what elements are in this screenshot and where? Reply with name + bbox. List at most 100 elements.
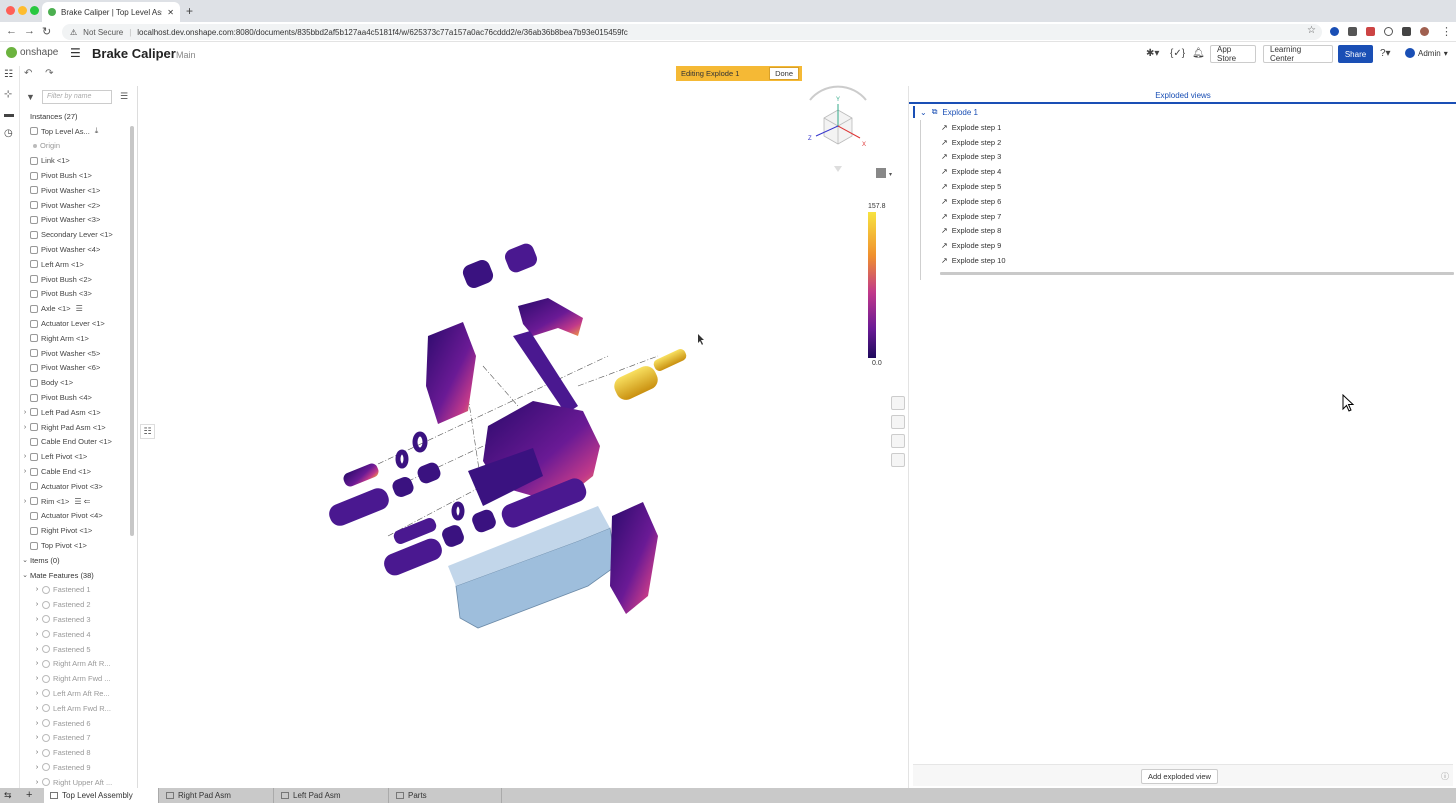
- expand-toggle-icon[interactable]: ›: [20, 468, 30, 475]
- mate-feature-item[interactable]: › Fastened 3: [20, 612, 132, 627]
- tree-item-extra-icon[interactable]: ⤓: [95, 126, 99, 136]
- tree-instance-item[interactable]: Actuator Lever <1>: [20, 316, 132, 331]
- measure-icon[interactable]: [891, 434, 905, 448]
- document-title[interactable]: Brake Caliper: [92, 46, 176, 61]
- tree-instance-item[interactable]: Pivot Washer <2>: [20, 198, 132, 213]
- tree-section-header[interactable]: ⌄ Items (0): [20, 553, 132, 568]
- view-options-icon[interactable]: ▾: [876, 168, 892, 178]
- bottom-tab[interactable]: Parts: [390, 788, 502, 803]
- explode-step-item[interactable]: ↗ Explode step 7: [941, 209, 1006, 224]
- bottom-tab[interactable]: Right Pad Asm: [160, 788, 274, 803]
- variables-icon[interactable]: {✓}: [1170, 48, 1185, 59]
- tree-instance-item[interactable]: Pivot Washer <4>: [20, 242, 132, 257]
- share-button[interactable]: Share: [1338, 45, 1373, 63]
- hamburger-menu-icon[interactable]: ☰: [70, 46, 81, 60]
- address-bar[interactable]: ⚠ Not Secure | localhost.dev.onshape.com…: [62, 24, 1322, 40]
- tree-instance-item[interactable]: Top Pivot <1>: [20, 538, 132, 553]
- tree-instance-item[interactable]: Origin: [20, 139, 132, 154]
- tree-item-extra-icon[interactable]: ☰ ⇐: [74, 497, 90, 506]
- graphics-viewport[interactable]: Y X Z ▾ 157.8 0.0: [138, 66, 908, 788]
- expand-toggle-icon[interactable]: ⌄: [20, 571, 30, 579]
- tree-instance-item[interactable]: › Cable End <1>: [20, 464, 132, 479]
- maximize-window-icon[interactable]: [30, 6, 39, 15]
- list-view-icon[interactable]: ☰: [120, 91, 128, 102]
- tree-instance-item[interactable]: Pivot Bush <4>: [20, 390, 132, 405]
- branch-label[interactable]: Main: [176, 50, 196, 60]
- right-arm-part[interactable]: [610, 502, 658, 614]
- explode-step-item[interactable]: ↗ Explode step 2: [941, 135, 1006, 150]
- tree-instance-item[interactable]: Actuator Pivot <3>: [20, 479, 132, 494]
- tree-instance-item[interactable]: Actuator Pivot <4>: [20, 509, 132, 524]
- help-icon[interactable]: ⓘ: [1441, 771, 1449, 782]
- tree-instance-item[interactable]: Top Level As... ⤓: [20, 124, 132, 139]
- mate-feature-item[interactable]: › Fastened 8: [20, 745, 132, 760]
- bug-icon[interactable]: ✱▾: [1146, 48, 1159, 59]
- chevron-down-icon[interactable]: ⌄: [920, 108, 927, 117]
- explode-step-item[interactable]: ↗ Explode step 5: [941, 179, 1006, 194]
- mate-feature-item[interactable]: › Right Arm Fwd ...: [20, 671, 132, 686]
- back-icon[interactable]: ←: [6, 25, 17, 37]
- mate-feature-item[interactable]: › Fastened 1: [20, 583, 132, 598]
- filter-input[interactable]: Filter by name: [42, 90, 112, 104]
- tree-instance-item[interactable]: › Left Pad Asm <1>: [20, 405, 132, 420]
- mate-feature-item[interactable]: › Fastened 9: [20, 760, 132, 775]
- explode-step-item[interactable]: ↗ Explode step 9: [941, 238, 1006, 253]
- tree-instance-item[interactable]: Pivot Bush <1>: [20, 168, 132, 183]
- extension-icon[interactable]: [1330, 27, 1339, 36]
- tree-instance-item[interactable]: Pivot Washer <1>: [20, 183, 132, 198]
- tree-instance-item[interactable]: › Rim <1> ☰ ⇐: [20, 494, 132, 509]
- expand-toggle-icon[interactable]: ⌄: [20, 556, 30, 564]
- add-exploded-view-button[interactable]: Add exploded view: [1141, 769, 1218, 784]
- help-icon[interactable]: ?▾: [1380, 48, 1391, 59]
- browser-tab[interactable]: Brake Caliper | Top Level Asse ✕: [42, 2, 180, 22]
- explode-step-item[interactable]: ↗ Explode step 3: [941, 150, 1006, 165]
- left-arm-part[interactable]: [426, 322, 476, 424]
- learning-center-button[interactable]: Learning Center: [1263, 45, 1333, 63]
- explode-root-item[interactable]: ⌄ ⧉ Explode 1: [913, 106, 978, 118]
- comments-icon[interactable]: ▬: [4, 109, 14, 120]
- bookmark-star-icon[interactable]: ☆: [1307, 25, 1316, 36]
- tree-instance-item[interactable]: › Left Pivot <1>: [20, 449, 132, 464]
- add-tab-icon[interactable]: +: [26, 789, 32, 801]
- link-part[interactable]: [518, 298, 583, 336]
- history-icon[interactable]: ◷: [4, 128, 13, 139]
- tree-instance-item[interactable]: › Right Pad Asm <1>: [20, 420, 132, 435]
- tree-instance-item[interactable]: Pivot Washer <5>: [20, 346, 132, 361]
- expand-toggle-icon[interactable]: ›: [20, 498, 30, 505]
- tree-instance-item[interactable]: Axle <1> ☰: [20, 301, 132, 316]
- new-tab-button[interactable]: +: [186, 4, 193, 18]
- mate-feature-item[interactable]: › Left Arm Fwd R...: [20, 701, 132, 716]
- left-pivots[interactable]: [326, 461, 442, 529]
- extension-icon[interactable]: [1348, 27, 1357, 36]
- assembly-render[interactable]: Y X Z ▾ 157.8 0.0: [138, 66, 908, 788]
- mate-feature-item[interactable]: › Fastened 4: [20, 627, 132, 642]
- tree-instance-item[interactable]: Secondary Lever <1>: [20, 227, 132, 242]
- tree-instance-item[interactable]: Body <1>: [20, 375, 132, 390]
- tree-section-header[interactable]: ⌄ Mate Features (38): [20, 568, 132, 583]
- filter-icon[interactable]: ▼: [26, 92, 35, 102]
- tree-instance-item[interactable]: Right Arm <1>: [20, 331, 132, 346]
- secondary-lever-part[interactable]: [513, 331, 578, 414]
- profile-avatar[interactable]: [1420, 27, 1429, 36]
- minimize-window-icon[interactable]: [18, 6, 27, 15]
- close-tab-icon[interactable]: ✕: [167, 8, 174, 17]
- user-menu[interactable]: Admin ▾: [1405, 48, 1448, 58]
- feature-tree-icon[interactable]: ☷: [4, 69, 13, 80]
- view-cube[interactable]: Y X Z: [808, 85, 867, 172]
- axle-part[interactable]: [611, 347, 688, 403]
- undo-icon[interactable]: ↶: [24, 68, 32, 79]
- redo-icon[interactable]: ↷: [45, 68, 53, 79]
- bottom-tab[interactable]: Top Level Assembly: [44, 788, 159, 803]
- app-store-button[interactable]: App Store: [1210, 45, 1256, 63]
- section-view-icon[interactable]: [891, 396, 905, 410]
- forward-icon[interactable]: →: [24, 25, 35, 37]
- tree-instance-item[interactable]: Pivot Bush <2>: [20, 272, 132, 287]
- extension-icon[interactable]: [1366, 27, 1375, 36]
- explode-step-item[interactable]: ↗ Explode step 1: [941, 120, 1006, 135]
- extension-icon[interactable]: [1384, 27, 1393, 36]
- tree-instance-item[interactable]: Right Pivot <1>: [20, 523, 132, 538]
- expand-toggle-icon[interactable]: ›: [20, 409, 30, 416]
- explode-step-item[interactable]: ↗ Explode step 8: [941, 224, 1006, 239]
- mate-feature-item[interactable]: › Fastened 2: [20, 597, 132, 612]
- tree-instance-item[interactable]: Link <1>: [20, 153, 132, 168]
